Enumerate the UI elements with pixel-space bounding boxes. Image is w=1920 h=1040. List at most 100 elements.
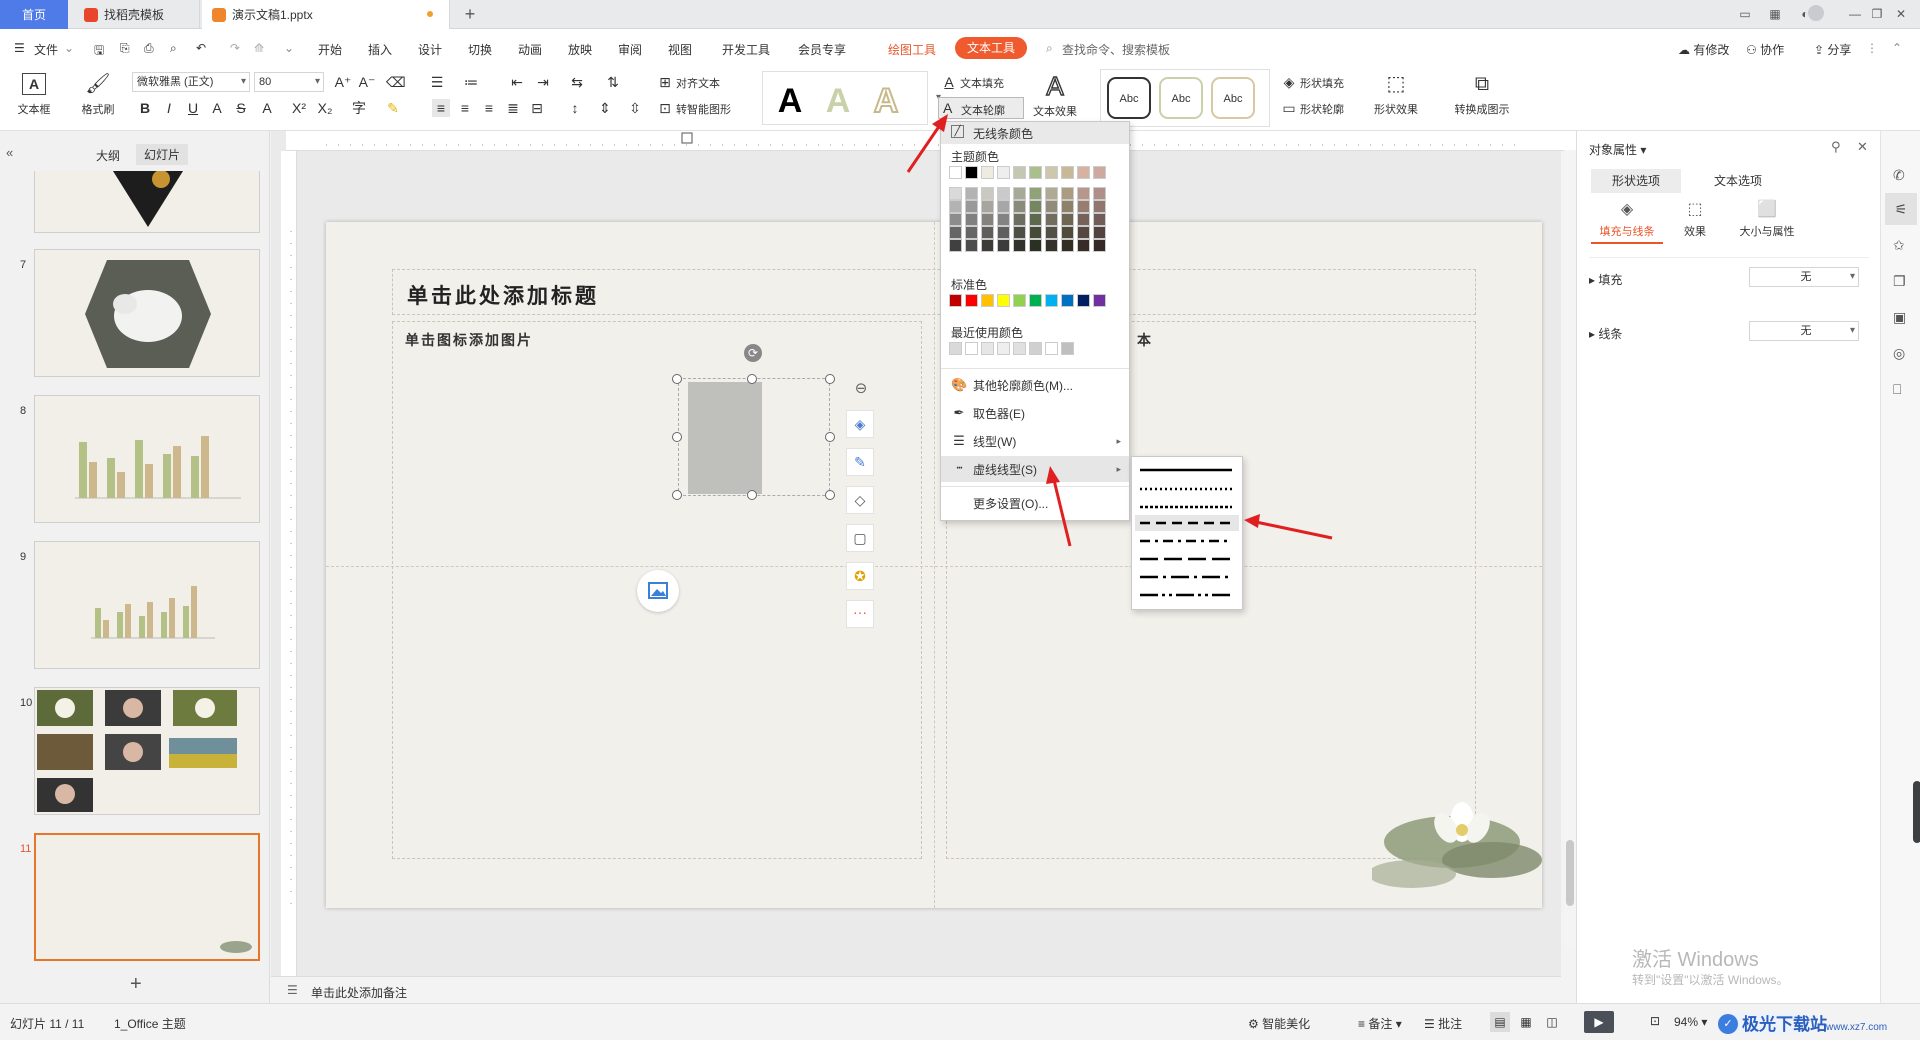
tab-template[interactable]: 找稻壳模板 <box>74 0 200 29</box>
quick-access-more-icon[interactable]: ⌄ <box>284 41 294 55</box>
theme-color-swatch[interactable] <box>965 213 978 226</box>
outline-frame-icon[interactable]: ▢ <box>846 524 874 552</box>
tab-home[interactable]: 首页 <box>0 0 68 29</box>
resize-handle[interactable] <box>747 374 757 384</box>
theme-color-swatch[interactable] <box>1077 200 1090 213</box>
sort-icon[interactable]: ⇅ <box>604 73 622 91</box>
shadow-icon[interactable]: A <box>208 99 226 117</box>
justify-icon[interactable]: ≣ <box>504 99 522 117</box>
shape-effect-button[interactable]: ⬚ 形状效果 <box>1366 73 1426 117</box>
print-icon[interactable]: ⎙ <box>144 41 154 56</box>
line-spacing-icon[interactable]: ↕ <box>566 99 584 117</box>
subscript-icon[interactable]: X₂ <box>316 99 334 117</box>
grow-font-icon[interactable]: A⁺ <box>334 73 352 91</box>
sub-tab-effect[interactable]: ⬚ 效果 <box>1667 199 1723 239</box>
slide-thumbnail-7[interactable] <box>34 249 260 377</box>
shape-fill-button[interactable]: 形状填充 <box>1300 75 1344 91</box>
resize-handle[interactable] <box>672 432 682 442</box>
theme-color-swatch[interactable] <box>1077 239 1090 252</box>
theme-color-swatch[interactable] <box>1093 213 1106 226</box>
theme-color-swatch[interactable] <box>1045 239 1058 252</box>
layers-icon[interactable]: ◈ <box>846 410 874 438</box>
notes-bar[interactable]: ☰ 单击此处添加备注 <box>271 976 1561 1003</box>
indent-increase-icon[interactable]: ⇥ <box>534 73 552 91</box>
slide-thumbnail-11[interactable] <box>34 833 260 961</box>
smart-beautify-button[interactable]: ⚙ 智能美化 <box>1248 1015 1310 1032</box>
theme-color-swatch[interactable] <box>1013 200 1026 213</box>
theme-color-swatch[interactable] <box>1077 226 1090 239</box>
search-input[interactable]: 查找命令、搜索模板 <box>1062 41 1170 58</box>
font-size-select[interactable]: 80 <box>254 72 324 92</box>
menu-transition[interactable]: 切换 <box>468 41 492 58</box>
theme-color-swatch[interactable] <box>1029 239 1042 252</box>
theme-color-swatch[interactable] <box>1061 166 1074 179</box>
columns-icon[interactable]: ⇳ <box>626 99 644 117</box>
grid-icon[interactable]: ▦ <box>1766 6 1784 22</box>
theme-color-swatch[interactable] <box>1093 239 1106 252</box>
save-icon[interactable]: 🖫 <box>94 41 104 62</box>
line-type-item[interactable]: ☰ 线型(W) ▸ <box>941 428 1129 454</box>
tab-slides[interactable]: 幻灯片 <box>136 144 189 165</box>
theme-color-swatch[interactable] <box>1013 239 1026 252</box>
theme-color-swatch[interactable] <box>1093 187 1106 200</box>
hamburger-icon[interactable]: ☰ <box>14 41 25 55</box>
numbering-icon[interactable]: ≔ <box>462 73 480 91</box>
notes-toggle[interactable]: ≡ 备注 ▾ <box>1358 1015 1402 1032</box>
collab-button[interactable]: ⚇ 协作 <box>1746 41 1784 58</box>
close-pane-icon[interactable]: ✕ <box>1857 139 1868 155</box>
align-center-icon[interactable]: ≡ <box>456 99 474 117</box>
text-effect-button[interactable]: A 文本效果 <box>1026 70 1084 119</box>
animation-icon[interactable]: ✩ <box>1893 237 1905 254</box>
shape-outline-button[interactable]: 形状轮廓 <box>1300 101 1344 117</box>
theme-color-swatch[interactable] <box>1029 213 1042 226</box>
more-outline-colors-item[interactable]: 🎨 其他轮廓颜色(M)... <box>941 372 1129 398</box>
theme-color-swatch[interactable] <box>1061 200 1074 213</box>
shape-style-2[interactable]: Abc <box>1159 77 1203 119</box>
bold-icon[interactable]: B <box>136 99 154 117</box>
fill-bucket-icon[interactable]: ◇ <box>846 486 874 514</box>
reading-view-icon[interactable]: ◫ <box>1542 1012 1562 1032</box>
align-text-button[interactable]: 对齐文本 <box>676 75 720 91</box>
image-icon[interactable]: ▣ <box>1893 309 1906 326</box>
theme-color-swatch[interactable] <box>965 226 978 239</box>
book-icon[interactable]: ⎕ <box>1893 381 1901 398</box>
theme-color-swatch[interactable] <box>1013 166 1026 179</box>
standard-color-swatch[interactable] <box>965 294 978 307</box>
line-select[interactable]: 无 <box>1749 321 1859 341</box>
theme-color-swatch[interactable] <box>1045 213 1058 226</box>
recent-color-swatch[interactable] <box>1045 342 1058 355</box>
resize-handle[interactable] <box>747 490 757 500</box>
recent-color-swatch[interactable] <box>1061 342 1074 355</box>
theme-color-swatch[interactable] <box>997 166 1010 179</box>
text-direction-icon[interactable]: ⇆ <box>568 73 586 91</box>
theme-color-swatch[interactable] <box>1077 213 1090 226</box>
theme-color-swatch[interactable] <box>1077 187 1090 200</box>
slide-thumbnail-6[interactable] <box>34 171 260 233</box>
font-color-icon[interactable]: A <box>258 99 276 117</box>
menu-design[interactable]: 设计 <box>418 41 442 58</box>
standard-color-swatch[interactable] <box>1045 294 1058 307</box>
fit-window-icon[interactable]: ⊡ <box>1650 1014 1660 1028</box>
pane-title[interactable]: 对象属性 ▾ <box>1589 141 1646 158</box>
more-options-icon[interactable]: ··· <box>846 600 874 628</box>
theme-color-swatch[interactable] <box>1013 226 1026 239</box>
shape-tool-icon[interactable]: ✆ <box>1893 167 1905 184</box>
fill-section-toggle[interactable]: ▸ 填充 <box>1589 271 1622 288</box>
smart-shape-button[interactable]: 转智能图形 <box>676 101 731 117</box>
resize-handle[interactable] <box>825 490 835 500</box>
theme-color-swatch[interactable] <box>997 187 1010 200</box>
add-slide-button[interactable]: + <box>130 973 142 996</box>
standard-color-swatch[interactable] <box>1013 294 1026 307</box>
layout-icon[interactable]: ▭ <box>1736 6 1754 22</box>
side-handle[interactable] <box>1913 781 1920 843</box>
indent-decrease-icon[interactable]: ⇤ <box>508 73 526 91</box>
resize-handle[interactable] <box>672 374 682 384</box>
recent-color-swatch[interactable] <box>1029 342 1042 355</box>
tab-text-options[interactable]: 文本选项 <box>1693 169 1783 193</box>
recent-color-swatch[interactable] <box>1013 342 1026 355</box>
theme-color-swatch[interactable] <box>949 213 962 226</box>
highlight-icon[interactable]: ✎ <box>384 99 402 117</box>
text-style-green[interactable]: A <box>817 78 859 124</box>
export-pdf-icon[interactable]: ⎘ <box>120 41 130 56</box>
theme-color-swatch[interactable] <box>1061 239 1074 252</box>
